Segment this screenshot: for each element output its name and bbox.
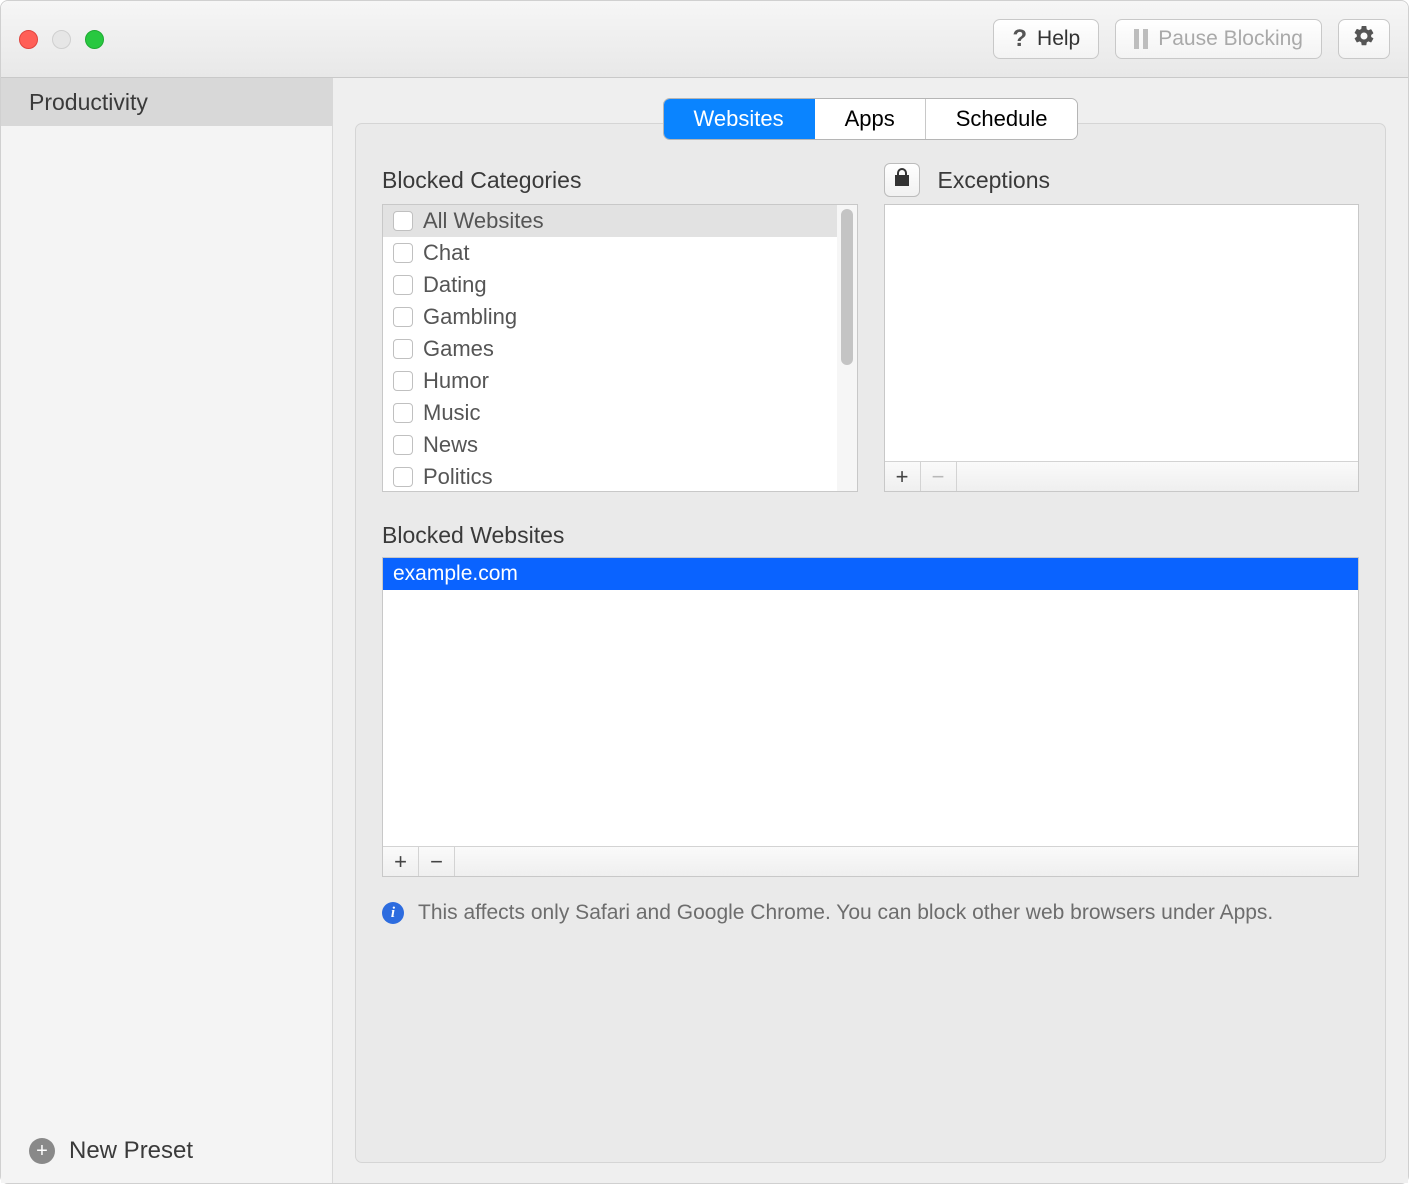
new-preset-button[interactable]: + New Preset — [1, 1119, 332, 1183]
tab-websites[interactable]: Websites — [664, 99, 815, 139]
lock-icon — [893, 167, 911, 193]
sidebar-item-label: Productivity — [29, 89, 148, 116]
category-row[interactable]: Chat — [383, 237, 837, 269]
checkbox[interactable] — [393, 435, 413, 455]
checkbox[interactable] — [393, 403, 413, 423]
blocked-websites-listbox[interactable]: example.com + − — [382, 557, 1359, 877]
pause-icon — [1134, 29, 1148, 49]
window-body: Productivity + New Preset Websites Apps … — [1, 78, 1408, 1183]
category-row[interactable]: All Websites — [383, 205, 837, 237]
plus-icon: + — [394, 849, 407, 875]
scrollbar-track[interactable] — [837, 205, 857, 491]
blocked-websites-body: example.com — [383, 558, 1358, 846]
blocked-websites-add-button[interactable]: + — [383, 847, 419, 876]
category-row[interactable]: Humor — [383, 365, 837, 397]
category-label: Games — [423, 336, 494, 362]
exceptions-footer: + − — [885, 461, 1359, 491]
plus-icon: + — [896, 464, 909, 490]
window-controls — [19, 30, 104, 49]
category-label: Gambling — [423, 304, 517, 330]
titlebar: ? Help Pause Blocking — [1, 1, 1408, 78]
category-row[interactable]: Music — [383, 397, 837, 429]
info-row: i This affects only Safari and Google Ch… — [382, 899, 1359, 927]
checkbox[interactable] — [393, 243, 413, 263]
help-button[interactable]: ? Help — [993, 19, 1099, 59]
categories-items: All Websites Chat Dating Gambling Games … — [383, 205, 837, 491]
checkbox[interactable] — [393, 275, 413, 295]
pause-blocking-button[interactable]: Pause Blocking — [1115, 19, 1322, 59]
tab-apps[interactable]: Apps — [815, 99, 926, 139]
question-icon: ? — [1012, 25, 1027, 53]
checkbox[interactable] — [393, 339, 413, 359]
exceptions-remove-button[interactable]: − — [921, 462, 957, 491]
close-window-button[interactable] — [19, 30, 38, 49]
checkbox[interactable] — [393, 307, 413, 327]
checkbox[interactable] — [393, 467, 413, 487]
exceptions-label: Exceptions — [938, 167, 1051, 194]
categories-header: Blocked Categories — [382, 162, 858, 198]
top-row: Blocked Categories All Websites Chat Dat… — [382, 162, 1359, 492]
exceptions-body — [885, 205, 1359, 461]
category-label: Politics — [423, 464, 493, 490]
exceptions-header: Exceptions — [884, 162, 1360, 198]
plus-circle-icon: + — [29, 1138, 55, 1164]
category-label: All Websites — [423, 208, 544, 234]
exceptions-add-button[interactable]: + — [885, 462, 921, 491]
zoom-window-button[interactable] — [85, 30, 104, 49]
category-label: News — [423, 432, 478, 458]
help-button-label: Help — [1037, 27, 1080, 51]
panel: Blocked Categories All Websites Chat Dat… — [355, 123, 1386, 1163]
blocked-websites-label: Blocked Websites — [382, 522, 1359, 549]
scrollbar-thumb[interactable] — [841, 209, 853, 365]
info-icon: i — [382, 902, 404, 924]
category-label: Music — [423, 400, 480, 426]
exceptions-column: Exceptions + − — [884, 162, 1360, 492]
minus-icon: − — [932, 464, 945, 490]
tabs: Websites Apps Schedule — [663, 98, 1079, 140]
main-area: Websites Apps Schedule Blocked Categorie… — [333, 78, 1408, 1183]
categories-label: Blocked Categories — [382, 167, 581, 194]
tabs-wrap: Websites Apps Schedule — [355, 98, 1386, 140]
tab-schedule[interactable]: Schedule — [926, 99, 1078, 139]
tab-label: Apps — [845, 106, 895, 131]
checkbox[interactable] — [393, 211, 413, 231]
sidebar-item-productivity[interactable]: Productivity — [1, 78, 332, 126]
checkbox[interactable] — [393, 371, 413, 391]
settings-button[interactable] — [1338, 19, 1390, 59]
app-window: ? Help Pause Blocking Productivity + New… — [0, 0, 1409, 1184]
blocked-websites-remove-button[interactable]: − — [419, 847, 455, 876]
category-label: Humor — [423, 368, 489, 394]
blocked-websites-footer: + − — [383, 846, 1358, 876]
sidebar: Productivity + New Preset — [1, 78, 333, 1183]
category-row[interactable]: Politics — [383, 461, 837, 491]
minus-icon: − — [430, 849, 443, 875]
blocked-website-row[interactable]: example.com — [383, 558, 1358, 590]
category-row[interactable]: Dating — [383, 269, 837, 301]
categories-column: Blocked Categories All Websites Chat Dat… — [382, 162, 858, 492]
lock-button[interactable] — [884, 163, 920, 197]
category-label: Chat — [423, 240, 469, 266]
pause-blocking-label: Pause Blocking — [1158, 27, 1303, 51]
tab-label: Schedule — [956, 106, 1048, 131]
categories-listbox[interactable]: All Websites Chat Dating Gambling Games … — [382, 204, 858, 492]
tab-label: Websites — [694, 106, 784, 131]
category-row[interactable]: Gambling — [383, 301, 837, 333]
blocked-website-label: example.com — [393, 562, 518, 586]
preset-list: Productivity — [1, 78, 332, 1119]
minimize-window-button[interactable] — [52, 30, 71, 49]
category-row[interactable]: News — [383, 429, 837, 461]
exceptions-listbox[interactable]: + − — [884, 204, 1360, 492]
category-row[interactable]: Games — [383, 333, 837, 365]
new-preset-label: New Preset — [69, 1137, 193, 1165]
info-text: This affects only Safari and Google Chro… — [418, 899, 1273, 927]
category-label: Dating — [423, 272, 487, 298]
gear-icon — [1352, 24, 1376, 55]
